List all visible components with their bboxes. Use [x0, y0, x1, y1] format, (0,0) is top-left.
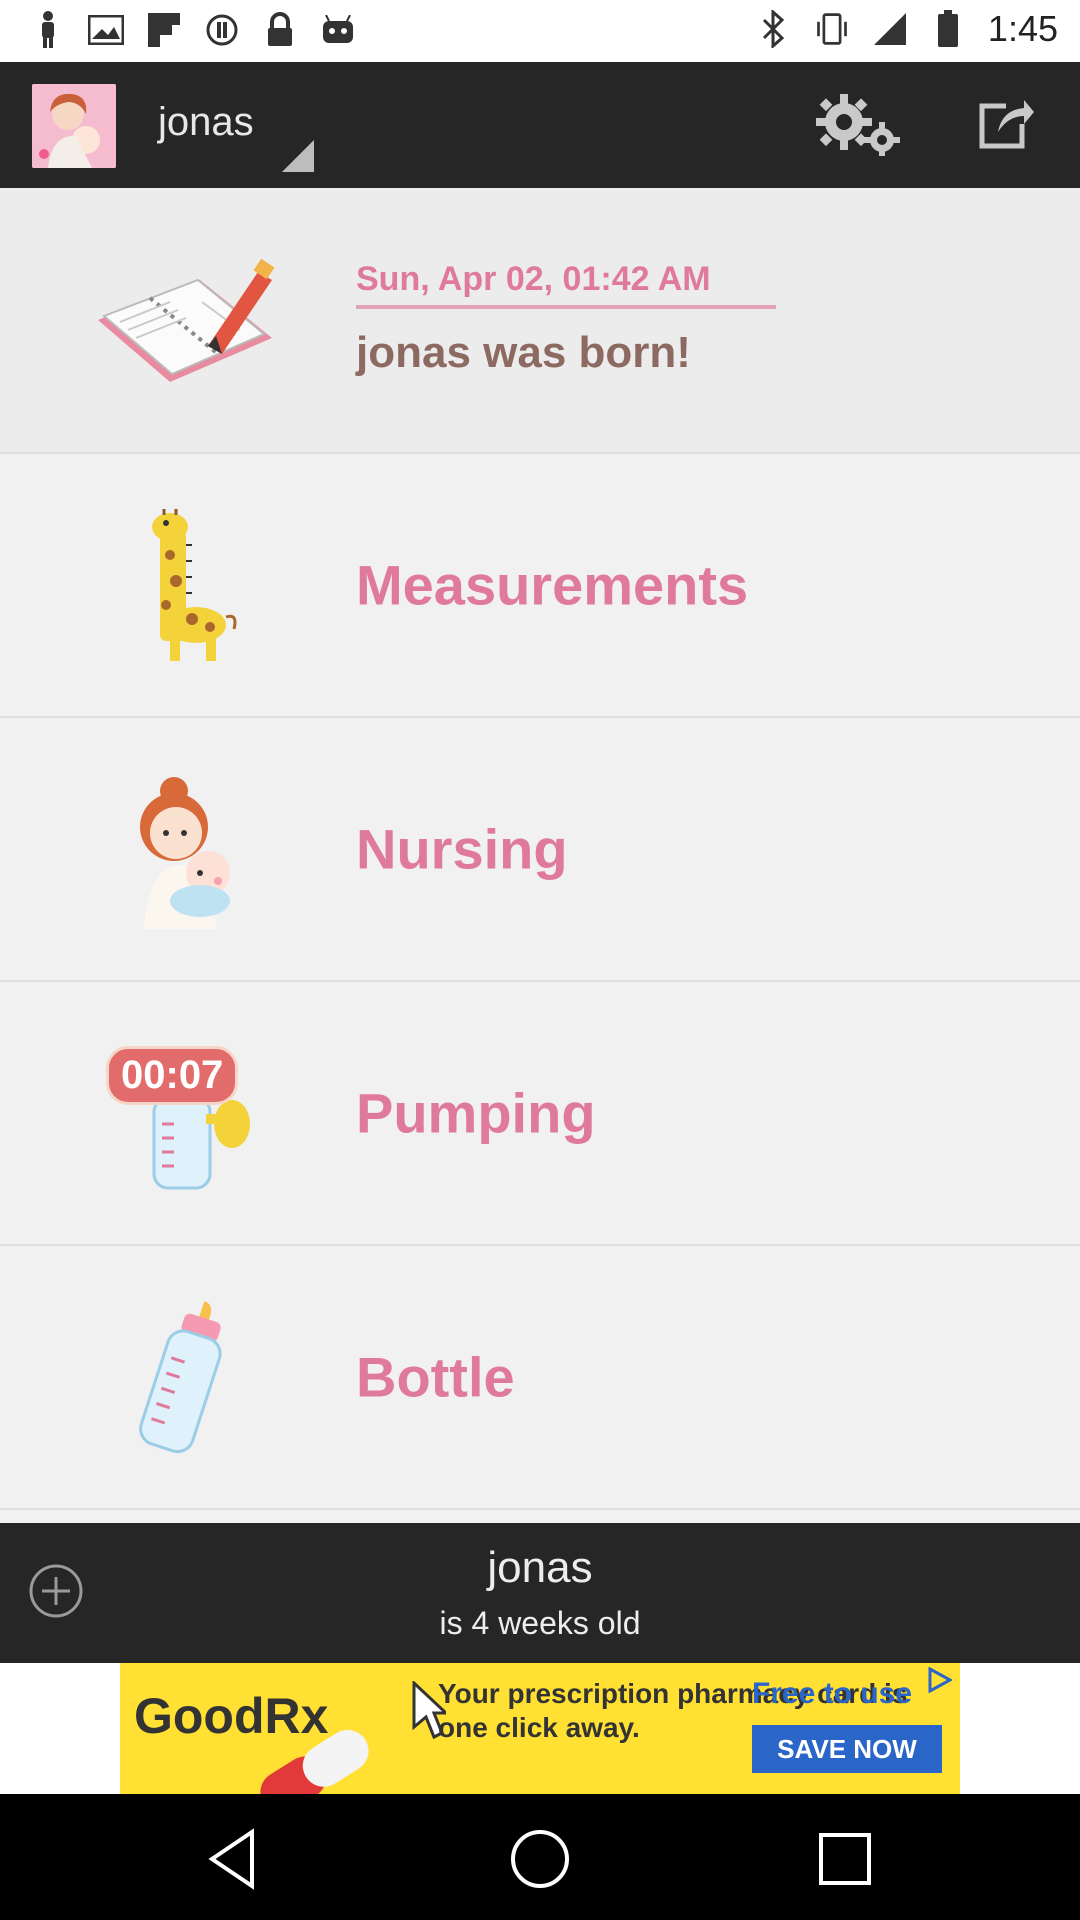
android-icon	[320, 10, 356, 50]
event-date: Sun, Apr 02, 01:42 AM	[356, 260, 776, 309]
child-selector-name[interactable]: jonas	[158, 100, 254, 145]
activity-list: Sun, Apr 02, 01:42 AM jonas was born! Me…	[0, 188, 1080, 1510]
menu-item-pumping[interactable]: Pumping	[0, 982, 1080, 1246]
birth-event-row[interactable]: Sun, Apr 02, 01:42 AM jonas was born!	[0, 188, 1080, 454]
menu-item-measurements[interactable]: Measurements	[0, 454, 1080, 718]
battery-icon	[930, 9, 966, 49]
menu-item-label: Pumping	[356, 1081, 596, 1145]
event-text: jonas was born!	[356, 328, 691, 377]
recents-icon[interactable]	[810, 1824, 880, 1894]
pumping-timer-badge: 00:07	[106, 1046, 239, 1105]
bluetooth-icon	[756, 9, 792, 49]
ad-banner[interactable]: GoodRx Your prescription pharmacy card i…	[120, 1663, 960, 1794]
dropdown-triangle-icon[interactable]	[282, 140, 314, 172]
navigation-bar	[0, 1794, 1080, 1920]
clock: 1:45	[987, 8, 1058, 49]
menu-item-label: Nursing	[356, 817, 568, 881]
menu-item-nursing[interactable]: Nursing	[0, 718, 1080, 982]
ad-area: GoodRx Your prescription pharmacy card i…	[0, 1663, 1080, 1794]
flipboard-icon	[146, 10, 182, 50]
ad-choices-icon[interactable]	[926, 1667, 952, 1693]
footer-child-name: jonas	[487, 1543, 593, 1592]
diary-icon	[90, 235, 280, 405]
back-icon[interactable]	[200, 1824, 270, 1894]
child-age-bar: jonas is 4 weeks old	[0, 1523, 1080, 1663]
bottle-icon	[90, 1292, 280, 1462]
signal-icon	[872, 9, 908, 49]
share-icon[interactable]	[976, 96, 1036, 152]
ad-free-label: Free to use	[752, 1677, 913, 1710]
mother-baby-icon	[90, 764, 280, 934]
menu-item-bottle[interactable]: Bottle	[0, 1246, 1080, 1510]
status-bar: 1:45	[0, 0, 1080, 62]
record-icon	[204, 10, 240, 50]
app-bar: jonas	[0, 62, 1080, 188]
menu-item-label: Measurements	[356, 553, 749, 617]
image-icon	[88, 10, 124, 50]
pill-capsule-icon	[260, 1729, 369, 1794]
footer-child-age: is 4 weeks old	[439, 1605, 641, 1641]
vibrate-icon	[814, 9, 850, 49]
person-icon	[30, 10, 66, 50]
giraffe-ruler-icon	[90, 500, 280, 670]
menu-item-label: Bottle	[356, 1345, 515, 1409]
lock-icon	[262, 10, 298, 50]
app-logo-icon[interactable]	[32, 84, 116, 168]
settings-icon[interactable]	[814, 92, 904, 156]
home-icon[interactable]	[505, 1824, 575, 1894]
ad-save-now-button[interactable]: SAVE NOW	[752, 1725, 942, 1773]
